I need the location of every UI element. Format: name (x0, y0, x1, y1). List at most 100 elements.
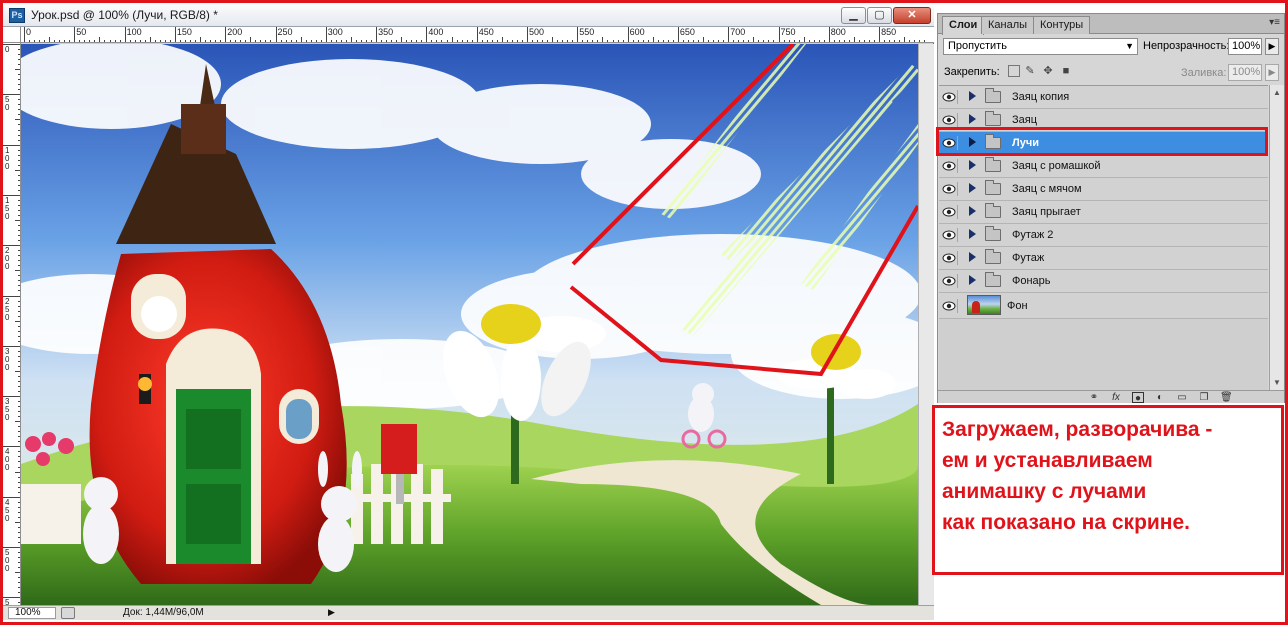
ruler-tick (773, 40, 775, 42)
fill-field[interactable]: 100% (1228, 64, 1262, 81)
eye-icon[interactable] (942, 113, 958, 127)
ruler-label: 650 (679, 27, 695, 37)
fill-slider-arrow-icon[interactable]: ▶ (1265, 64, 1279, 81)
scroll-down-icon[interactable]: ▼ (1273, 378, 1281, 387)
fx-icon[interactable]: fx (1110, 392, 1122, 403)
ruler-label: 100 (126, 27, 142, 37)
ruler-tick (189, 40, 191, 42)
eye-icon[interactable] (942, 90, 958, 104)
eye-icon[interactable] (942, 251, 958, 265)
eye-icon[interactable] (942, 299, 958, 313)
folder-icon (985, 157, 1001, 172)
expand-triangle-icon[interactable] (969, 252, 976, 262)
expand-triangle-icon[interactable] (969, 229, 976, 239)
opacity-slider-arrow-icon[interactable]: ▶ (1265, 38, 1279, 55)
opacity-field[interactable]: 100% (1228, 38, 1262, 55)
tab-paths[interactable]: Контуры (1033, 16, 1091, 34)
panel-menu-icon[interactable]: ▾≡ (1269, 17, 1280, 28)
expand-triangle-icon[interactable] (969, 160, 976, 170)
layer-row[interactable]: Заяц с ромашкой (939, 155, 1268, 178)
layers-scrollbar[interactable]: ▲ ▼ (1269, 85, 1284, 390)
layer-row[interactable]: Футаж (939, 247, 1268, 270)
folder-icon (985, 249, 1001, 264)
eye-icon[interactable] (942, 159, 958, 173)
layer-row[interactable]: Заяц прыгает (939, 201, 1268, 224)
ruler-label: 350 (378, 27, 394, 37)
new-layer-icon[interactable]: ❐ (1198, 392, 1210, 403)
tab-channels[interactable]: Каналы (981, 16, 1035, 34)
ruler-label: 0 (5, 45, 10, 54)
expand-triangle-icon[interactable] (969, 91, 976, 101)
ruler-origin[interactable] (3, 27, 21, 43)
layer-name: Футаж (1012, 252, 1045, 264)
folder-icon (985, 203, 1001, 218)
ruler-tick (114, 40, 116, 42)
ruler-tick (486, 40, 488, 42)
ruler-label: 100 (5, 145, 10, 171)
close-button[interactable]: ✕ (893, 7, 931, 24)
layer-row[interactable]: Фонарь (939, 270, 1268, 293)
ruler-tick (708, 40, 710, 42)
ruler-tick (793, 40, 795, 42)
group-icon[interactable]: ▭ (1176, 392, 1188, 403)
ruler-tick (914, 40, 916, 42)
link-icon[interactable]: ⚭ (1088, 392, 1100, 403)
expand-triangle-icon[interactable] (969, 206, 976, 216)
ruler-tick (642, 40, 644, 42)
expand-triangle-icon[interactable] (969, 183, 976, 193)
ruler-tick (205, 40, 207, 42)
ruler-tick (3, 396, 20, 398)
ruler-tick (64, 40, 66, 42)
lock-label: Закрепить: (944, 66, 1000, 78)
vertical-ruler[interactable]: 050100150200250300350400450500550 (3, 27, 21, 605)
minimize-button[interactable]: ▁ (841, 7, 866, 24)
status-menu-arrow-icon[interactable]: ▶ (328, 607, 335, 618)
tab-layers[interactable]: Слои (942, 16, 985, 35)
ruler-label: 200 (227, 27, 243, 37)
ruler-tick (265, 40, 267, 42)
eye-icon[interactable] (942, 228, 958, 242)
ruler-tick (884, 40, 886, 42)
ruler-tick (703, 37, 705, 42)
eye-icon[interactable] (942, 182, 958, 196)
layer-name: Футаж 2 (1012, 229, 1054, 241)
ruler-tick (200, 37, 202, 42)
mask-icon[interactable]: ● (1132, 392, 1144, 404)
lock-all-icon[interactable]: ■ (1060, 65, 1072, 77)
ruler-tick (3, 295, 20, 297)
document-canvas[interactable] (21, 44, 918, 605)
lock-move-icon[interactable]: ✥ (1042, 65, 1054, 77)
layer-name: Заяц с мячом (1012, 183, 1082, 195)
zoom-field[interactable]: 100% (8, 607, 56, 619)
layer-row[interactable]: Заяц копия (939, 86, 1268, 109)
eye-icon[interactable] (942, 205, 958, 219)
ruler-tick (753, 37, 755, 42)
ruler-tick (597, 40, 599, 42)
scroll-up-icon[interactable]: ▲ (1273, 88, 1281, 97)
ruler-tick (481, 40, 483, 42)
lock-brush-icon[interactable]: ✎ (1024, 65, 1036, 77)
horizontal-ruler[interactable]: 0 50 100 150 200 250 300 350 400 450 500 550 600 650 7… (21, 27, 934, 43)
ruler-tick (758, 40, 760, 42)
ruler-tick (506, 40, 508, 42)
blend-mode-select[interactable]: Пропустить ▼ (943, 38, 1138, 55)
eye-icon[interactable] (942, 274, 958, 288)
adjustment-icon[interactable]: ◐ (1154, 392, 1166, 403)
ruler-tick (416, 40, 418, 42)
ruler-tick (587, 40, 589, 42)
layer-row[interactable]: Заяц с мячом (939, 178, 1268, 201)
layer-row[interactable]: Футаж 2 (939, 224, 1268, 247)
expand-triangle-icon[interactable] (969, 275, 976, 285)
document-title-bar[interactable]: Ps Урок.psd @ 100% (Лучи, RGB/8) * ▁ ▢ ✕ (3, 3, 934, 27)
ruler-tick (904, 37, 906, 42)
ruler-tick (371, 40, 373, 42)
layer-row-background[interactable]: Фон (939, 293, 1268, 319)
zoom-icon[interactable] (61, 607, 75, 619)
ruler-tick (491, 40, 493, 42)
lock-transparent-icon[interactable] (1008, 65, 1020, 77)
trash-icon[interactable]: 🗑 (1220, 392, 1233, 403)
document-window: Ps Урок.psd @ 100% (Лучи, RGB/8) * ▁ ▢ ✕… (3, 3, 934, 620)
ruler-tick (260, 40, 262, 42)
maximize-button[interactable]: ▢ (867, 7, 892, 24)
expand-triangle-icon[interactable] (969, 114, 976, 124)
